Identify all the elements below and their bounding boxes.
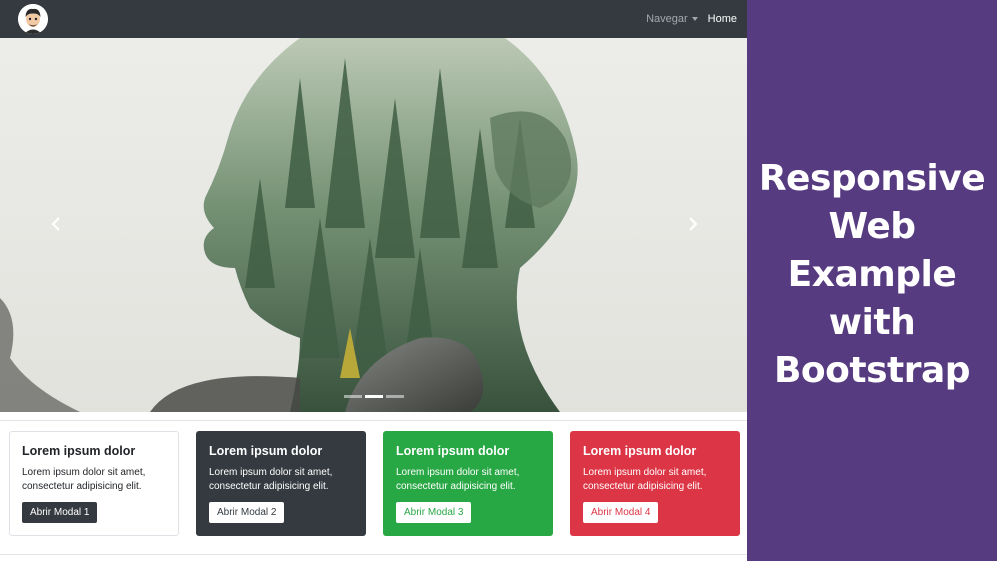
divider (0, 420, 747, 421)
open-modal-1-button[interactable]: Abrir Modal 1 (22, 502, 98, 523)
open-modal-3-button[interactable]: Abrir Modal 3 (396, 502, 472, 523)
card-text: Lorem ipsum dolor sit amet, consectetur … (209, 467, 333, 492)
navbar: Navegar Home (0, 0, 747, 38)
nav-link-home[interactable]: Home (708, 13, 737, 25)
carousel-indicator-active[interactable] (364, 395, 383, 398)
card-1: Lorem ipsum dolor Lorem ipsum dolor sit … (9, 431, 179, 536)
website-preview: Navegar Home Lorem ipsum dolor Lorem ips… (0, 0, 747, 561)
caret-down-icon (691, 17, 698, 21)
carousel-next-button[interactable] (681, 212, 705, 236)
carousel-indicator[interactable] (385, 395, 404, 398)
card-title: Lorem ipsum dolor (22, 444, 136, 458)
card-2: Lorem ipsum dolor Lorem ipsum dolor sit … (196, 431, 366, 536)
card-row: Lorem ipsum dolor Lorem ipsum dolor sit … (9, 431, 740, 536)
chevron-left-icon (51, 217, 60, 231)
carousel-slide-image (0, 38, 747, 412)
card-text: Lorem ipsum dolor sit amet, consectetur … (583, 467, 707, 492)
carousel (0, 38, 747, 412)
banner-title: Responsive Web Example with Bootstrap (758, 157, 986, 391)
cartoon-avatar-icon[interactable] (18, 4, 48, 34)
carousel-indicators (0, 395, 747, 398)
card-text: Lorem ipsum dolor sit amet, consectetur … (22, 467, 146, 492)
card-title: Lorem ipsum dolor (396, 444, 510, 458)
divider (0, 554, 747, 555)
chevron-right-icon (689, 217, 698, 231)
carousel-indicator[interactable] (343, 395, 362, 398)
nav-dropdown-label: Navegar (646, 13, 688, 25)
title-banner: Responsive Web Example with Bootstrap (747, 0, 997, 561)
card-text: Lorem ipsum dolor sit amet, consectetur … (396, 467, 520, 492)
card-3: Lorem ipsum dolor Lorem ipsum dolor sit … (383, 431, 553, 536)
nav-dropdown-navegar[interactable]: Navegar (646, 13, 698, 25)
card-title: Lorem ipsum dolor (583, 444, 697, 458)
open-modal-2-button[interactable]: Abrir Modal 2 (209, 502, 285, 523)
card-title: Lorem ipsum dolor (209, 444, 323, 458)
carousel-prev-button[interactable] (44, 212, 68, 236)
open-modal-4-button[interactable]: Abrir Modal 4 (583, 502, 659, 523)
card-4: Lorem ipsum dolor Lorem ipsum dolor sit … (570, 431, 740, 536)
